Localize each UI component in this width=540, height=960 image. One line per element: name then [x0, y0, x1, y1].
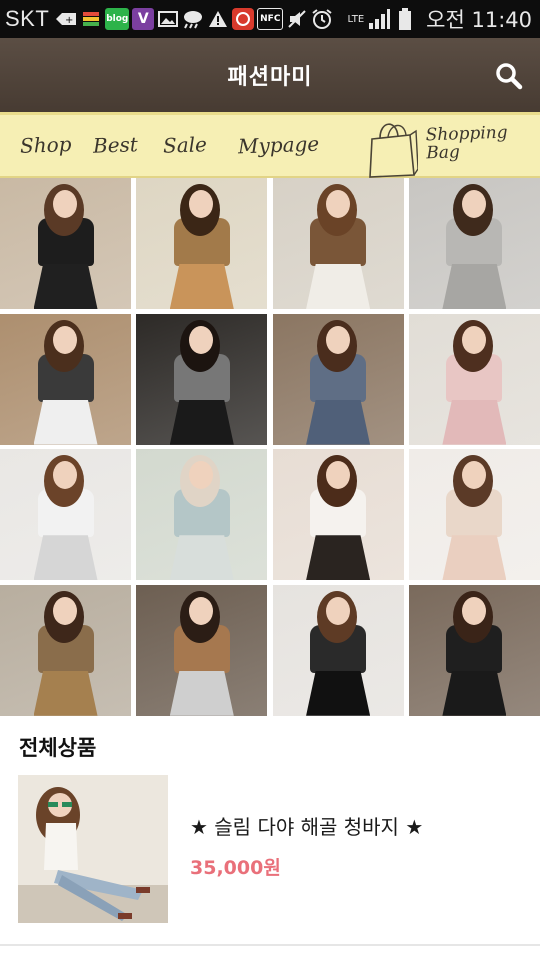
model-face — [325, 596, 350, 625]
garment-bottom — [306, 264, 371, 309]
image-icon — [157, 8, 179, 30]
nav-shopping-bag[interactable]: Shopping Bag — [425, 122, 508, 164]
product-tile[interactable] — [136, 178, 268, 309]
garment-bottom — [306, 535, 371, 581]
bag-label-line1: Shopping — [425, 122, 508, 146]
shop-title: 패션마미 — [227, 65, 313, 90]
svg-text:+: + — [65, 15, 73, 26]
product-tile[interactable] — [408, 584, 540, 716]
model-face — [325, 325, 350, 354]
v-app-icon: V — [132, 8, 155, 30]
product-thumbnail[interactable] — [18, 775, 168, 923]
notification-icons: + blog V NFC — [55, 8, 333, 30]
model-face — [53, 190, 77, 218]
usb-debug-icon: + — [55, 8, 77, 30]
battery-icon — [394, 8, 416, 30]
signal-icon — [368, 8, 391, 30]
garment-bottom — [169, 535, 234, 581]
blog-app-icon: blog — [105, 8, 130, 30]
mute-icon — [286, 8, 308, 30]
bag-label-line2: Bag — [425, 142, 461, 164]
product-tile[interactable] — [408, 178, 540, 309]
product-tile[interactable] — [0, 178, 131, 309]
garment-bottom — [442, 264, 507, 309]
shopping-bag-icon[interactable] — [366, 117, 418, 179]
nav-mypage[interactable]: Mypage — [238, 132, 320, 159]
warning-icon — [207, 8, 229, 30]
garment-bottom — [169, 670, 234, 716]
model-face — [325, 461, 350, 490]
garment-bottom — [169, 399, 234, 445]
carrier-label: SKT — [5, 6, 50, 31]
garment-bottom — [33, 264, 98, 309]
model-face — [53, 596, 77, 625]
product-tile[interactable] — [408, 449, 540, 581]
garment-bottom — [442, 399, 507, 445]
nfc-icon: NFC — [257, 8, 284, 30]
product-tile[interactable] — [272, 584, 404, 716]
product-tile[interactable] — [408, 313, 540, 445]
divider — [0, 944, 540, 946]
garment-bottom — [442, 670, 507, 716]
sim-icon — [80, 8, 102, 30]
search-icon — [496, 63, 523, 90]
alarm-icon — [311, 8, 333, 30]
model-face — [461, 461, 486, 490]
garment-bottom — [33, 399, 98, 445]
garment-bottom — [33, 670, 98, 716]
product-name[interactable]: ★ 슬림 다야 해골 청바지 ★ — [190, 811, 423, 840]
nav-best[interactable]: Best — [93, 132, 139, 158]
product-tile[interactable] — [272, 449, 404, 581]
product-tile[interactable] — [0, 313, 131, 445]
category-nav: Shop Best Sale Mypage Shopping Bag — [0, 112, 540, 178]
model-face — [325, 190, 350, 218]
garment-bottom — [33, 535, 98, 581]
model-face — [461, 190, 486, 218]
status-right: LTE 오전 11:40 — [348, 4, 532, 34]
product-photo — [18, 775, 168, 923]
model-face — [53, 461, 77, 490]
search-button[interactable] — [494, 61, 524, 91]
garment-bottom — [306, 399, 371, 445]
product-tile[interactable] — [0, 584, 131, 716]
product-price: 35,000원 — [190, 857, 281, 879]
garment-bottom — [442, 535, 507, 581]
model-face — [189, 325, 214, 354]
product-tile[interactable] — [272, 313, 404, 445]
model-face — [461, 596, 486, 625]
weather-icon — [182, 8, 204, 30]
section-title: 전체상품 — [19, 736, 97, 760]
nav-sale[interactable]: Sale — [163, 132, 208, 158]
app-header: 패션마미 — [0, 38, 540, 112]
product-tile[interactable] — [272, 178, 404, 309]
network-label: LTE — [347, 13, 365, 25]
app-icon — [232, 8, 255, 30]
garment-bottom — [169, 264, 234, 309]
product-tile[interactable] — [136, 313, 268, 445]
garment-bottom — [306, 670, 371, 716]
product-tile[interactable] — [0, 449, 131, 581]
product-tile[interactable] — [136, 449, 268, 581]
model-face — [53, 325, 77, 354]
model-face — [461, 325, 486, 354]
product-tile[interactable] — [136, 584, 268, 716]
clock: 오전 11:40 — [426, 8, 532, 32]
nav-shop[interactable]: Shop — [20, 132, 72, 158]
model-face — [189, 596, 214, 625]
status-bar: SKT + blog V NFC LTE 오전 11:40 — [0, 0, 540, 38]
product-grid — [0, 178, 540, 716]
